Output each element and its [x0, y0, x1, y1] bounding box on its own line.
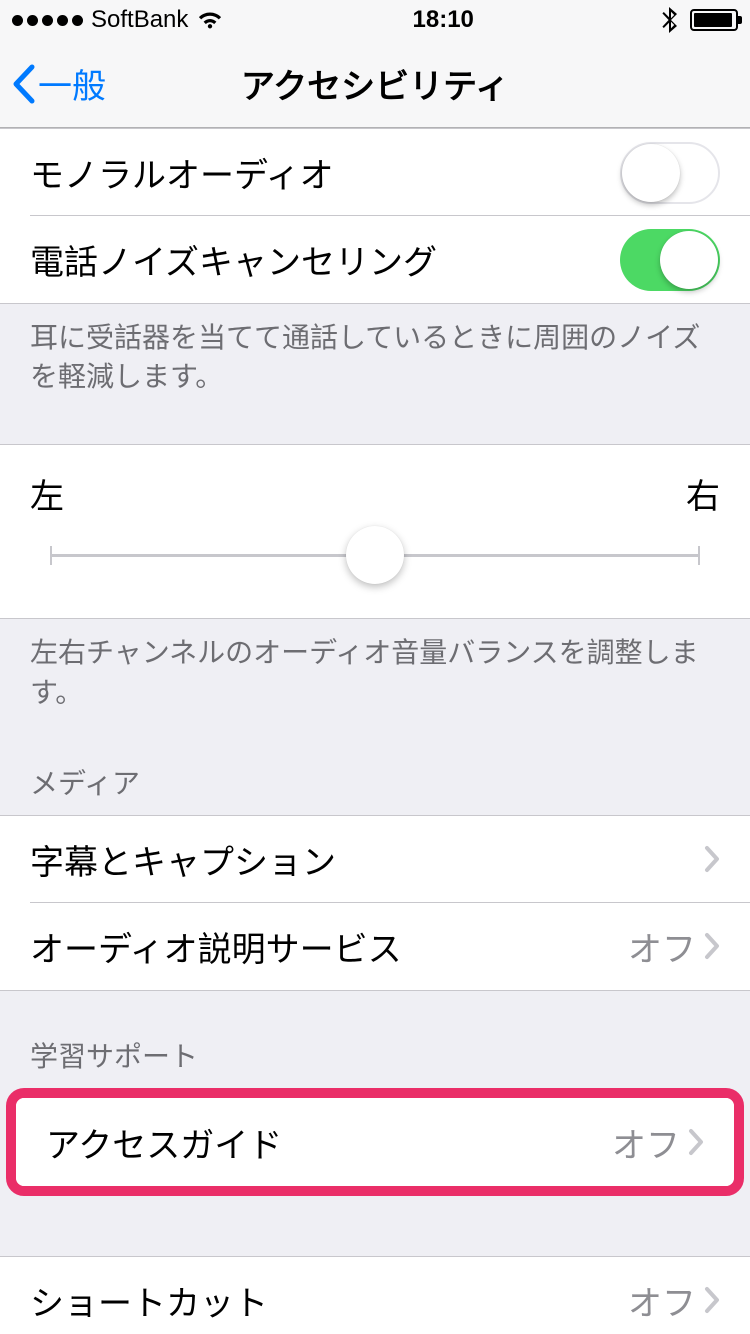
- bluetooth-icon: [662, 7, 678, 33]
- wifi-icon: [196, 10, 224, 30]
- nav-bar: 一般 アクセシビリティ: [0, 40, 750, 128]
- row-subtitles[interactable]: 字幕とキャプション: [0, 815, 750, 903]
- chevron-right-icon: [704, 932, 720, 960]
- content: モノラルオーディオ 電話ノイズキャンセリング 耳に受話器を当てて通話しているとき…: [0, 128, 750, 1334]
- row-label: ショートカット: [30, 1276, 628, 1325]
- row-audio-descriptions[interactable]: オーディオ説明サービス オフ: [0, 903, 750, 991]
- row-guided-access[interactable]: アクセスガイド オフ: [16, 1098, 734, 1186]
- noise-cancellation-description: 耳に受話器を当てて通話しているときに周囲のノイズを軽減します。: [0, 304, 750, 420]
- balance-description: 左右チャンネルのオーディオ音量バランスを調整します。: [0, 619, 750, 735]
- row-mono-audio[interactable]: モノラルオーディオ: [0, 128, 750, 216]
- back-button[interactable]: 一般: [0, 59, 106, 108]
- battery-icon: [690, 9, 738, 31]
- row-label: 字幕とキャプション: [30, 835, 704, 884]
- chevron-right-icon: [704, 845, 720, 873]
- row-label: オーディオ説明サービス: [30, 922, 628, 971]
- status-bar: SoftBank 18:10: [0, 0, 750, 40]
- row-accessibility-shortcut[interactable]: ショートカット オフ: [0, 1256, 750, 1334]
- carrier-label: SoftBank: [91, 6, 188, 34]
- row-label: 電話ノイズキャンセリング: [30, 235, 620, 284]
- row-audio-balance: 左 右: [0, 444, 750, 619]
- toggle-noise-cancellation[interactable]: [620, 229, 720, 291]
- chevron-right-icon: [688, 1128, 704, 1156]
- slider-thumb[interactable]: [346, 526, 404, 584]
- chevron-left-icon: [10, 64, 36, 104]
- section-header-media: メディア: [0, 736, 750, 815]
- page-title: アクセシビリティ: [0, 59, 750, 108]
- status-time: 18:10: [413, 6, 474, 34]
- balance-left-label: 左: [30, 469, 64, 518]
- row-noise-cancellation[interactable]: 電話ノイズキャンセリング: [0, 216, 750, 304]
- audio-balance-slider[interactable]: [50, 526, 700, 584]
- row-value: オフ: [628, 922, 696, 971]
- status-right: [662, 7, 738, 33]
- status-left: SoftBank: [12, 6, 224, 34]
- row-label: アクセスガイド: [46, 1118, 612, 1167]
- row-value: オフ: [628, 1276, 696, 1325]
- toggle-mono-audio[interactable]: [620, 142, 720, 204]
- row-value: オフ: [612, 1118, 680, 1167]
- signal-strength-icon: [12, 15, 83, 26]
- row-label: モノラルオーディオ: [30, 148, 620, 197]
- highlight-guided-access: アクセスガイド オフ: [6, 1088, 744, 1196]
- chevron-right-icon: [704, 1286, 720, 1314]
- back-label: 一般: [38, 59, 106, 108]
- balance-right-label: 右: [686, 469, 720, 518]
- section-header-learning: 学習サポート: [0, 991, 750, 1088]
